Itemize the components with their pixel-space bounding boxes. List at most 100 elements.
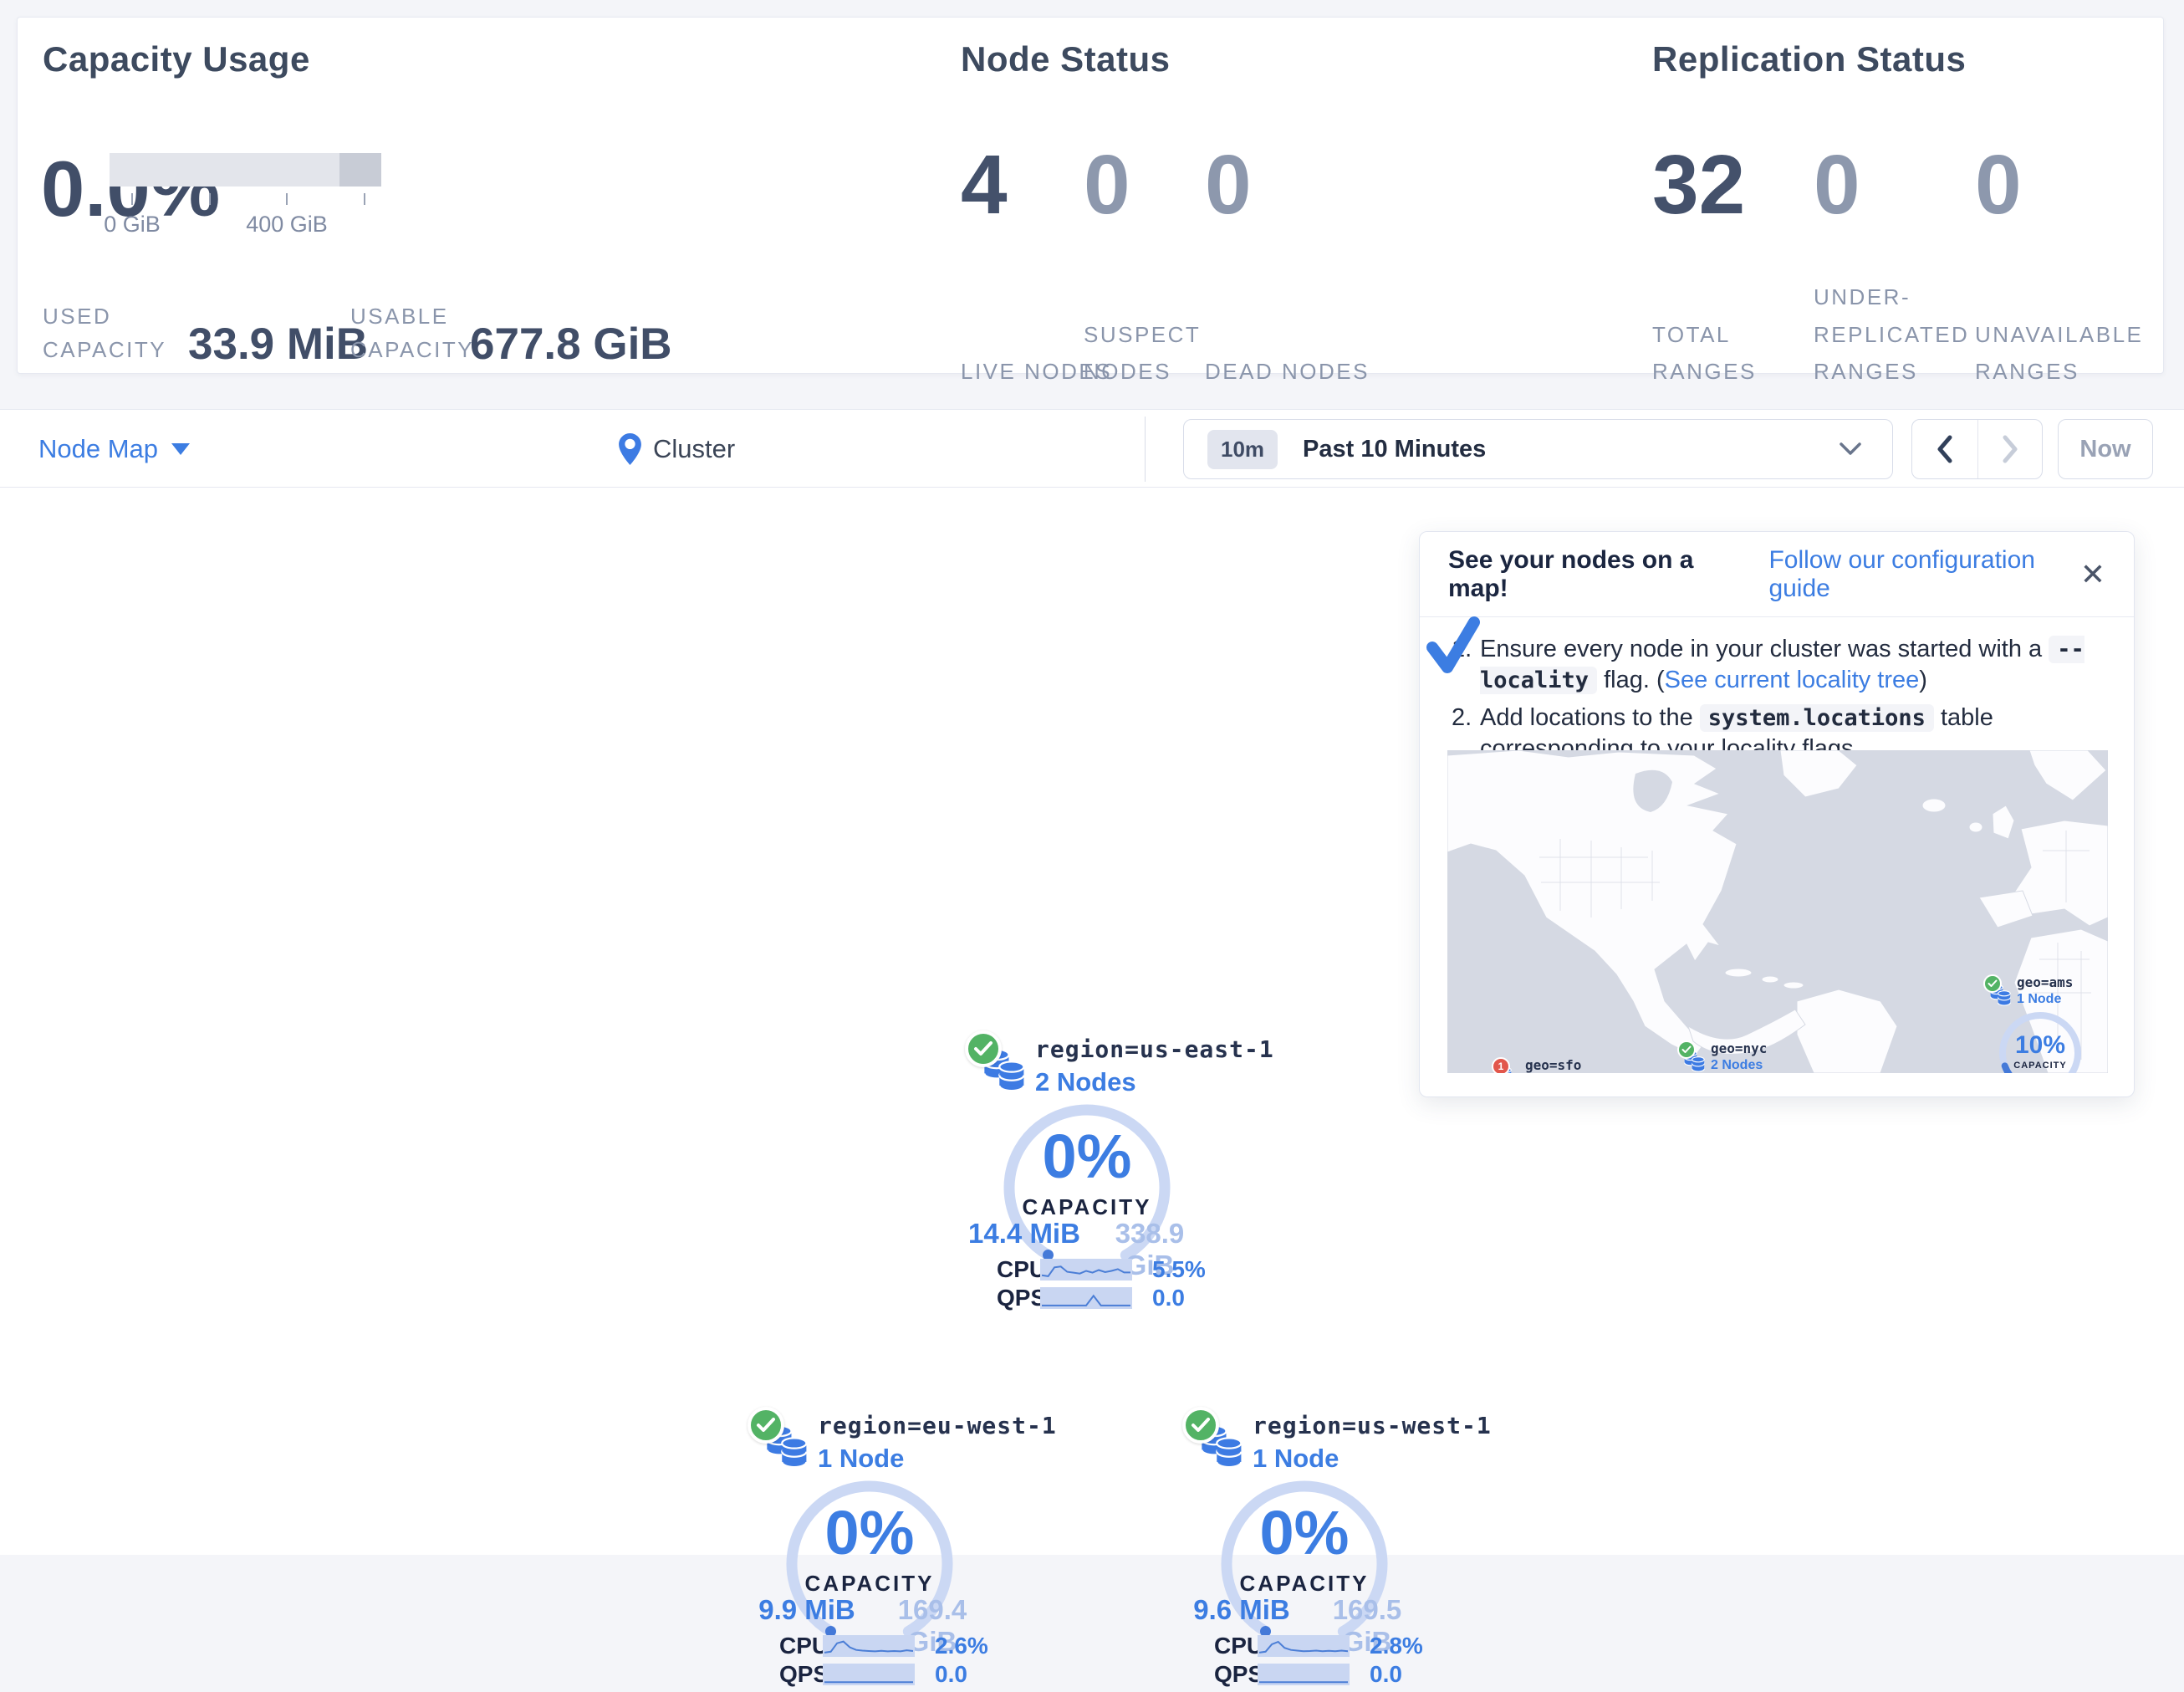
total-ranges-label: TOTAL RANGES [1652, 294, 1819, 390]
healthy-status-icon [1182, 1407, 1219, 1444]
chevron-down-icon [171, 443, 190, 455]
suspect-nodes-value: 0 [1084, 143, 1130, 227]
node-status-title: Node Status [961, 39, 1171, 79]
view-selector-dropdown[interactable]: Node Map [38, 410, 190, 488]
map-node-capacity-percent: 10% [1990, 1033, 2090, 1058]
capacity-bar-reserved-segment [339, 153, 381, 187]
node-map-setup-panel: See your nodes on a map! Follow our conf… [1419, 531, 2135, 1097]
time-back-button[interactable] [1912, 420, 1977, 478]
warning-count-badge: 1 [1492, 1057, 1510, 1073]
map-node-count: 2 Nodes [1711, 1058, 1763, 1073]
qps-sparkline [823, 1664, 915, 1685]
region-capacity-percent: 0% [962, 1126, 1212, 1188]
usable-capacity-value: 677.8 GiB [470, 319, 672, 370]
unavailable-ranges-stat: 0 UNAVAILABLE RANGES [1975, 143, 2022, 352]
cpu-sparkline [1258, 1635, 1350, 1657]
region-capacity-percent: 0% [744, 1502, 995, 1564]
dead-nodes-stat: 0 DEAD NODES [1205, 143, 1252, 352]
under-replicated-value: 0 [1814, 143, 1860, 227]
healthy-status-icon [1677, 1040, 1696, 1059]
cpu-label: CPU [997, 1256, 1038, 1283]
cpu-sparkline [1040, 1259, 1132, 1281]
breadcrumb-label: Cluster [653, 434, 735, 464]
replication-status-title: Replication Status [1652, 39, 1966, 79]
chevron-left-icon [1937, 435, 1953, 463]
healthy-status-icon [748, 1407, 784, 1444]
qps-value: 0.0 [935, 1661, 967, 1688]
healthy-status-icon [1983, 974, 2002, 993]
qps-label: QPS [779, 1661, 821, 1688]
map-node-name: geo=ams [2017, 974, 2073, 990]
toolbar-divider [1145, 417, 1146, 482]
cpu-label: CPU [779, 1633, 821, 1659]
cpu-value: 2.6% [935, 1633, 988, 1659]
live-nodes-value: 4 [961, 143, 1008, 227]
region-node-count-link[interactable]: 1 Node [818, 1444, 904, 1474]
time-forward-button[interactable] [1977, 420, 2043, 478]
capacity-axis-tick [131, 193, 133, 205]
cpu-value: 2.8% [1370, 1633, 1423, 1659]
capacity-bar [110, 153, 381, 187]
region-card-eu-west-1[interactable]: region=eu-west-1 1 Node 0% CAPACITY 9.9 … [744, 1403, 995, 1692]
setup-step-1: 1. Ensure every node in your cluster was… [1452, 634, 2110, 696]
cpu-value: 5.5% [1152, 1256, 1206, 1283]
step-text: Ensure every node in your cluster was st… [1480, 634, 2110, 696]
map-node-count: 1 Node [2017, 992, 2061, 1007]
step-text-segment: Add locations to the [1480, 704, 1700, 731]
capacity-axis-tick [286, 193, 288, 205]
capacity-gauge-label: CAPACITY [1179, 1571, 1430, 1597]
capacity-gauge-label: CAPACITY [744, 1571, 995, 1597]
setup-panel-header: See your nodes on a map! Follow our conf… [1420, 532, 2134, 617]
region-name: region=eu-west-1 [818, 1412, 1057, 1439]
dead-nodes-label: DEAD NODES [1205, 294, 1372, 390]
qps-sparkline [1258, 1664, 1350, 1685]
chevron-down-icon [1839, 442, 1862, 457]
chevron-right-icon [2002, 435, 2018, 463]
qps-value: 0.0 [1370, 1661, 1402, 1688]
region-card-us-west-1[interactable]: region=us-west-1 1 Node 0% CAPACITY 9.6 … [1179, 1403, 1430, 1692]
qps-sparkline [1040, 1287, 1132, 1309]
total-ranges-stat: 32 TOTAL RANGES [1652, 143, 1745, 352]
under-replicated-label: UNDER-REPLICATED RANGES [1814, 264, 1993, 390]
capacity-axis-label-0: 0 GiB [104, 212, 161, 238]
view-selector-label: Node Map [38, 434, 158, 464]
locality-tree-link[interactable]: See current locality tree [1665, 667, 1920, 693]
time-range-badge: 10m [1207, 430, 1278, 469]
setup-panel-title: See your nodes on a map! [1448, 546, 1738, 603]
close-icon[interactable]: ✕ [2080, 560, 2105, 590]
cluster-summary-panel: Capacity Usage 0.0% 0 GiB 400 GiB USED C… [17, 17, 2164, 374]
toolbar: Node Map Cluster 10m Past 10 Minutes Now [0, 409, 2184, 488]
capacity-axis-tick [364, 193, 365, 205]
capacity-gauge-label: CAPACITY [1990, 1061, 2090, 1071]
capacity-axis-label-400: 400 GiB [246, 212, 328, 238]
map-node-name: geo=nyc [1711, 1040, 1767, 1056]
total-ranges-value: 32 [1652, 143, 1745, 227]
used-capacity-value: 33.9 MiB [188, 319, 368, 370]
used-capacity-label: USED CAPACITY [43, 299, 185, 367]
map-node-name: geo=sfo [1525, 1057, 1581, 1073]
step-text-segment: flag. ( [1597, 667, 1665, 693]
region-node-count-link[interactable]: 1 Node [1253, 1444, 1339, 1474]
region-node-count-link[interactable]: 2 Nodes [1035, 1067, 1136, 1097]
step-text-segment: ) [1919, 667, 1927, 693]
step-text-segment: Ensure every node in your cluster was st… [1480, 636, 2049, 662]
blue-check-icon [1425, 616, 1480, 676]
node-map-canvas: region=us-east-1 2 Nodes 0% CAPACITY 14.… [0, 488, 2184, 1555]
region-card-us-east-1[interactable]: region=us-east-1 2 Nodes 0% CAPACITY 14.… [962, 1027, 1212, 1316]
time-range-dropdown[interactable]: 10m Past 10 Minutes [1183, 419, 1893, 479]
code-chip: system.locations [1700, 704, 1934, 732]
qps-label: QPS [1214, 1661, 1256, 1688]
breadcrumb[interactable]: Cluster [619, 410, 735, 488]
now-button[interactable]: Now [2058, 419, 2153, 479]
time-range-label: Past 10 Minutes [1303, 436, 1486, 463]
qps-value: 0.0 [1152, 1285, 1185, 1311]
healthy-status-icon [965, 1030, 1002, 1067]
under-replicated-stat: 0 UNDER-REPLICATED RANGES [1814, 143, 1860, 352]
region-name: region=us-east-1 [1035, 1035, 1274, 1063]
region-capacity-percent: 0% [1179, 1502, 1430, 1564]
unavailable-ranges-value: 0 [1975, 143, 2022, 227]
configuration-guide-link[interactable]: Follow our configuration guide [1768, 546, 2079, 603]
suspect-nodes-stat: 0 SUSPECT NODES [1084, 143, 1130, 352]
capacity-axis-tick [209, 193, 211, 205]
time-nav-buttons [1911, 419, 2043, 479]
